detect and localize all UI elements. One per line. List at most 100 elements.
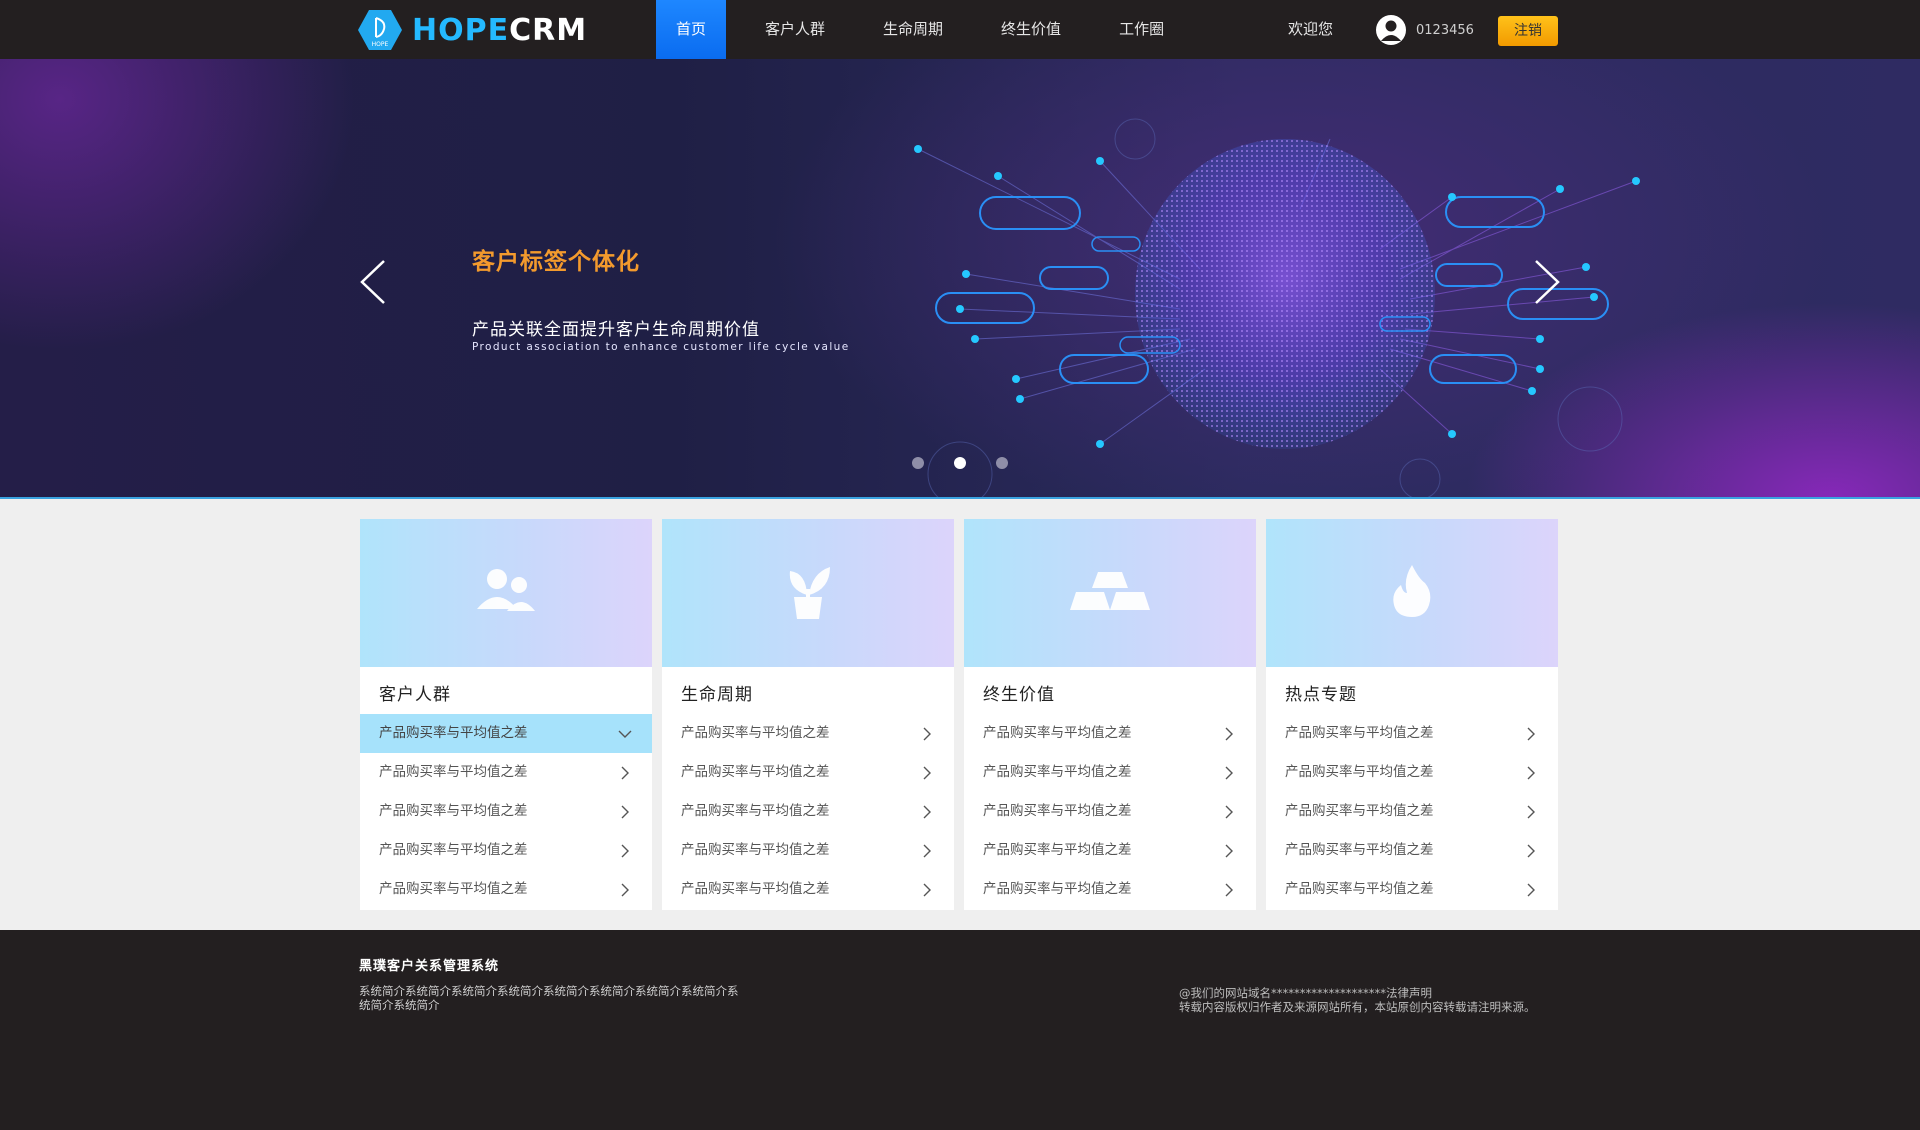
list-item[interactable]: 产品购买率与平均值之差 [360, 870, 652, 909]
gold-bars-icon [1068, 566, 1152, 620]
chevron-right-icon [923, 805, 931, 819]
welcome-text: 欢迎您 [1288, 20, 1334, 38]
footer-description: 系统简介系统简介系统简介系统简介系统简介系统简介系统简介系统简介系统简介系统简介 [359, 984, 739, 1012]
list-item[interactable]: 产品购买率与平均值之差 [360, 792, 652, 831]
carousel-dot-2[interactable] [954, 457, 966, 469]
card-list: 产品购买率与平均值之差 产品购买率与平均值之差 产品购买率与平均值之差 产品购买… [360, 714, 652, 909]
nav-home[interactable]: 首页 [656, 0, 727, 59]
list-item-label: 产品购买率与平均值之差 [681, 803, 830, 819]
footer-copyright: 转载内容版权归作者及来源网站所有，本站原创内容转载请注明来源。 [1179, 1000, 1536, 1014]
banner-subtitle: 产品关联全面提升客户生命周期价值 [472, 320, 760, 340]
chevron-right-icon [621, 766, 629, 780]
flame-icon [1389, 561, 1435, 625]
list-item[interactable]: 产品购买率与平均值之差 [1266, 792, 1558, 831]
list-item[interactable]: 产品购买率与平均值之差 [662, 714, 954, 753]
footer-domain-line[interactable]: @我们的网站域名********************法律声明 [1179, 986, 1569, 1000]
main-nav: 首页 客户人群 生命周期 终生价值 工作圈 [656, 0, 1183, 59]
top-header: HOPE HOPECRM 首页 客户人群 生命周期 终生价值 工作圈 欢迎您 0… [0, 0, 1920, 59]
card-customer-group: 客户人群 产品购买率与平均值之差 产品购买率与平均值之差 产品购买率与平均值之差… [360, 519, 652, 910]
card-banner [360, 519, 652, 667]
card-list: 产品购买率与平均值之差 产品购买率与平均值之差 产品购买率与平均值之差 产品购买… [1266, 714, 1558, 909]
logo[interactable]: HOPE HOPECRM [358, 9, 587, 51]
card-lifetime-value: 终生价值 产品购买率与平均值之差 产品购买率与平均值之差 产品购买率与平均值之差… [964, 519, 1256, 910]
carousel-dot-1[interactable] [912, 457, 924, 469]
footer-title: 黑璞客户关系管理系统 [359, 959, 500, 974]
card-list: 产品购买率与平均值之差 产品购买率与平均值之差 产品购买率与平均值之差 产品购买… [964, 714, 1256, 909]
list-item-label: 产品购买率与平均值之差 [1285, 881, 1434, 897]
chevron-right-icon [621, 883, 629, 897]
chevron-right-icon [1527, 805, 1535, 819]
chevron-right-icon[interactable] [1532, 257, 1562, 307]
list-item[interactable]: 产品购买率与平均值之差 [1266, 753, 1558, 792]
list-item[interactable]: 产品购买率与平均值之差 [360, 714, 652, 753]
chevron-right-icon [1527, 883, 1535, 897]
nav-lifetime-value[interactable]: 终生价值 [982, 0, 1080, 59]
username[interactable]: 0123456 [1416, 0, 1474, 59]
chevron-right-icon [923, 727, 931, 741]
chevron-right-icon [1527, 727, 1535, 741]
feature-cards: 客户人群 产品购买率与平均值之差 产品购买率与平均值之差 产品购买率与平均值之差… [360, 519, 1559, 910]
logout-button[interactable]: 注销 [1498, 16, 1558, 46]
card-banner [964, 519, 1256, 667]
logo-hex-icon: HOPE [358, 9, 402, 51]
user-avatar-icon[interactable] [1376, 15, 1406, 45]
list-item-label: 产品购买率与平均值之差 [1285, 842, 1434, 858]
chevron-left-icon[interactable] [358, 257, 388, 307]
card-lifecycle: 生命周期 产品购买率与平均值之差 产品购买率与平均值之差 产品购买率与平均值之差… [662, 519, 954, 910]
card-banner [662, 519, 954, 667]
list-item[interactable]: 产品购买率与平均值之差 [662, 831, 954, 870]
chevron-right-icon [923, 883, 931, 897]
list-item[interactable]: 产品购买率与平均值之差 [1266, 870, 1558, 909]
card-title: 热点专题 [1285, 685, 1357, 705]
list-item-label: 产品购买率与平均值之差 [379, 881, 528, 897]
list-item[interactable]: 产品购买率与平均值之差 [964, 792, 1256, 831]
footer-legal: @我们的网站域名********************法律声明 转载内容版权归… [1179, 986, 1569, 1014]
list-item[interactable]: 产品购买率与平均值之差 [662, 753, 954, 792]
logo-text: HOPECRM [412, 13, 587, 48]
hero-banner: 客户标签个体化 产品关联全面提升客户生命周期价值 Product associa… [0, 59, 1920, 499]
carousel-dot-3[interactable] [996, 457, 1008, 469]
list-item-label: 产品购买率与平均值之差 [1285, 725, 1434, 741]
chevron-right-icon [1527, 844, 1535, 858]
list-item[interactable]: 产品购买率与平均值之差 [964, 870, 1256, 909]
banner-title: 客户标签个体化 [472, 249, 640, 275]
list-item[interactable]: 产品购买率与平均值之差 [964, 831, 1256, 870]
chevron-right-icon [1225, 883, 1233, 897]
chevron-right-icon [621, 805, 629, 819]
list-item-label: 产品购买率与平均值之差 [1285, 764, 1434, 780]
list-item-label: 产品购买率与平均值之差 [983, 842, 1132, 858]
users-icon [471, 561, 541, 625]
list-item-label: 产品购买率与平均值之差 [983, 881, 1132, 897]
chevron-right-icon [1225, 844, 1233, 858]
card-hot-topics: 热点专题 产品购买率与平均值之差 产品购买率与平均值之差 产品购买率与平均值之差… [1266, 519, 1558, 910]
nav-lifecycle[interactable]: 生命周期 [864, 0, 962, 59]
list-item-label: 产品购买率与平均值之差 [379, 842, 528, 858]
list-item[interactable]: 产品购买率与平均值之差 [964, 753, 1256, 792]
list-item-label: 产品购买率与平均值之差 [379, 764, 528, 780]
banner-subtitle-en: Product association to enhance customer … [472, 341, 850, 353]
list-item[interactable]: 产品购买率与平均值之差 [1266, 714, 1558, 753]
list-item[interactable]: 产品购买率与平均值之差 [360, 831, 652, 870]
list-item[interactable]: 产品购买率与平均值之差 [662, 792, 954, 831]
list-item[interactable]: 产品购买率与平均值之差 [964, 714, 1256, 753]
list-item-label: 产品购买率与平均值之差 [983, 764, 1132, 780]
card-title: 生命周期 [681, 685, 753, 705]
chevron-right-icon [923, 844, 931, 858]
page: HOPE HOPECRM 首页 客户人群 生命周期 终生价值 工作圈 欢迎您 0… [0, 0, 1920, 1130]
list-item[interactable]: 产品购买率与平均值之差 [1266, 831, 1558, 870]
nav-work-circle[interactable]: 工作圈 [1100, 0, 1183, 59]
logo-text-hope: HOPE [412, 12, 510, 48]
list-item[interactable]: 产品购买率与平均值之差 [662, 870, 954, 909]
list-item-label: 产品购买率与平均值之差 [379, 725, 528, 741]
chevron-right-icon [1225, 727, 1233, 741]
list-item-label: 产品购买率与平均值之差 [379, 803, 528, 819]
list-item[interactable]: 产品购买率与平均值之差 [360, 753, 652, 792]
chevron-down-icon [618, 730, 632, 738]
logo-text-crm: CRM [509, 12, 588, 48]
chevron-right-icon [1225, 766, 1233, 780]
list-item-label: 产品购买率与平均值之差 [1285, 803, 1434, 819]
nav-customer-group[interactable]: 客户人群 [746, 0, 844, 59]
chevron-right-icon [1527, 766, 1535, 780]
list-item-label: 产品购买率与平均值之差 [983, 803, 1132, 819]
carousel-dots [912, 457, 1008, 469]
